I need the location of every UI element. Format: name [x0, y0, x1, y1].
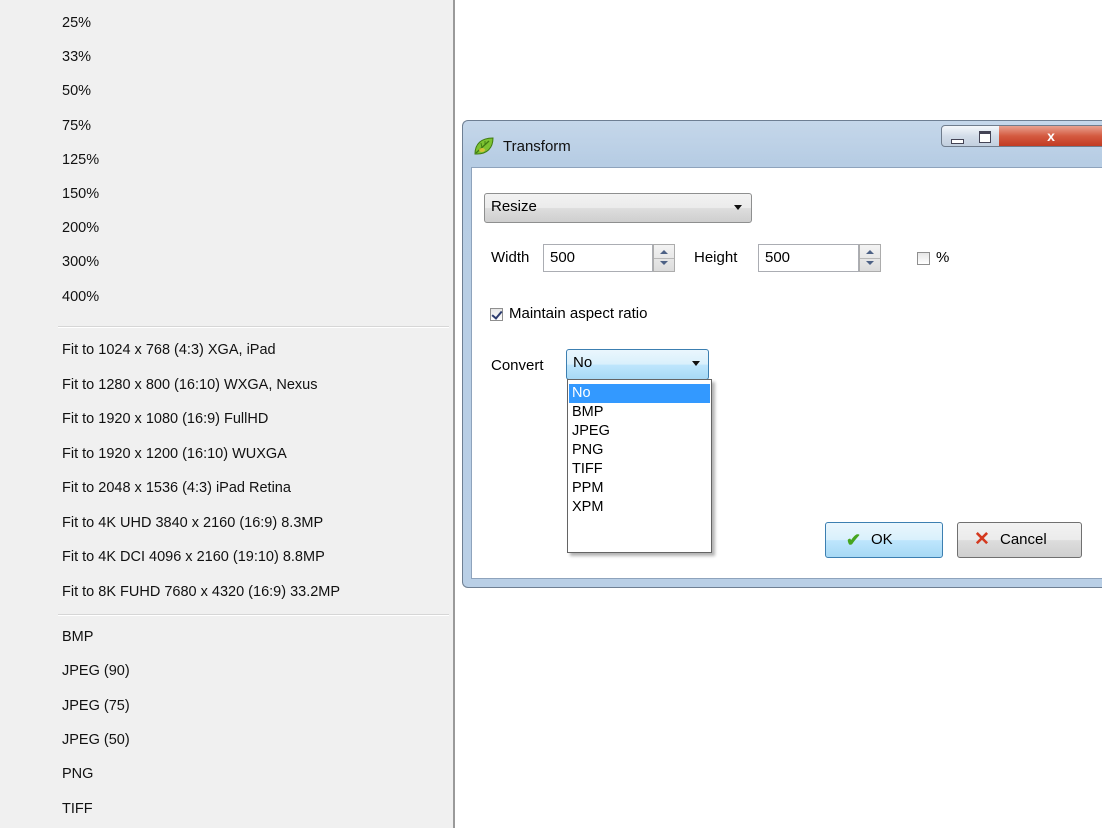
convert-label: Convert	[491, 357, 544, 374]
menu-item[interactable]: 400%	[62, 289, 99, 305]
menu-separator	[58, 326, 449, 328]
leaf-icon	[474, 137, 494, 155]
spin-down-icon	[866, 261, 874, 265]
menu-item[interactable]: Fit to 1920 x 1080 (16:9) FullHD	[62, 411, 268, 427]
percent-label: %	[936, 249, 950, 266]
menu-item[interactable]: JPEG (75)	[62, 698, 130, 714]
context-menu: 25% 33% 50% 75% 125% 150% 200% 300% 400% Fit to …	[0, 0, 455, 828]
dialog-body: Resize Width 500 Height 500 % Maintain a…	[471, 167, 1102, 579]
maintain-aspect-label: Maintain aspect ratio	[509, 305, 648, 322]
title-bar[interactable]: Transform x	[463, 121, 1102, 167]
spin-down-icon	[660, 261, 668, 265]
maximize-button[interactable]	[970, 125, 1000, 147]
convert-option[interactable]: PNG	[569, 441, 710, 460]
percent-checkbox[interactable]	[917, 252, 930, 265]
menu-item[interactable]: Fit to 1920 x 1200 (16:10) WUXGA	[62, 446, 287, 462]
convert-option[interactable]: BMP	[569, 403, 710, 422]
spin-up-icon	[660, 250, 668, 254]
menu-item[interactable]: 33%	[62, 49, 91, 65]
menu-item[interactable]: JPEG (90)	[62, 663, 130, 679]
menu-item[interactable]: TIFF	[62, 801, 93, 817]
convert-option[interactable]: TIFF	[569, 460, 710, 479]
menu-item[interactable]: 75%	[62, 118, 91, 134]
menu-item[interactable]: 300%	[62, 254, 99, 270]
transform-mode-select[interactable]: Resize	[484, 193, 752, 223]
checkmark-icon	[491, 308, 503, 320]
menu-item[interactable]: Fit to 4K UHD 3840 x 2160 (16:9) 8.3MP	[62, 515, 323, 531]
ok-button[interactable]: ✔ OK	[825, 522, 943, 558]
ok-label: OK	[871, 531, 893, 548]
width-field[interactable]: 500	[543, 244, 653, 272]
transform-dialog: Transform x Resize Width 500 Height 500	[462, 120, 1102, 588]
convert-value: No	[573, 354, 593, 371]
cancel-label: Cancel	[1000, 531, 1047, 548]
height-field[interactable]: 500	[758, 244, 859, 272]
transform-mode-value: Resize	[491, 198, 537, 215]
convert-option[interactable]: No	[569, 384, 710, 403]
width-label: Width	[491, 249, 530, 266]
menu-item[interactable]: 50%	[62, 83, 91, 99]
menu-item[interactable]: 200%	[62, 220, 99, 236]
cancel-button[interactable]: ✕ Cancel	[957, 522, 1082, 558]
height-value: 500	[765, 249, 791, 266]
chevron-down-icon	[692, 361, 700, 366]
height-label: Height	[694, 249, 738, 266]
convert-option[interactable]: PPM	[569, 479, 710, 498]
menu-separator	[58, 614, 449, 616]
convert-select[interactable]: No	[566, 349, 709, 380]
convert-dropdown-list: No BMP JPEG PNG TIFF PPM XPM	[567, 379, 712, 553]
x-icon: ✕	[974, 529, 990, 550]
menu-item[interactable]: PNG	[62, 766, 93, 782]
checkmark-icon: ✔	[846, 530, 862, 550]
menu-item[interactable]: 125%	[62, 152, 99, 168]
menu-item[interactable]: JPEG (50)	[62, 732, 130, 748]
convert-option[interactable]: JPEG	[569, 422, 710, 441]
dialog-title: Transform	[503, 138, 571, 155]
height-spinner[interactable]	[859, 244, 881, 272]
chevron-down-icon	[734, 205, 742, 210]
spinner-divider	[654, 258, 674, 259]
menu-item[interactable]: Fit to 8K FUHD 7680 x 4320 (16:9) 33.2MP	[62, 584, 340, 600]
spinner-divider	[860, 258, 880, 259]
menu-item[interactable]: 150%	[62, 186, 99, 202]
maintain-aspect-checkbox[interactable]	[490, 308, 503, 321]
width-spinner[interactable]	[653, 244, 675, 272]
minimize-button[interactable]	[941, 125, 971, 147]
close-button[interactable]: x	[999, 125, 1102, 147]
menu-item[interactable]: Fit to 2048 x 1536 (4:3) iPad Retina	[62, 480, 291, 496]
menu-item[interactable]: Fit to 1280 x 800 (16:10) WXGA, Nexus	[62, 377, 317, 393]
menu-item[interactable]: Fit to 4K DCI 4096 x 2160 (19:10) 8.8MP	[62, 549, 325, 565]
width-value: 500	[550, 249, 576, 266]
menu-item[interactable]: Fit to 1024 x 768 (4:3) XGA, iPad	[62, 342, 276, 358]
spin-up-icon	[866, 250, 874, 254]
menu-item[interactable]: 25%	[62, 15, 91, 31]
close-icon: x	[1047, 128, 1055, 144]
menu-item[interactable]: BMP	[62, 629, 93, 645]
convert-option[interactable]: XPM	[569, 498, 710, 517]
